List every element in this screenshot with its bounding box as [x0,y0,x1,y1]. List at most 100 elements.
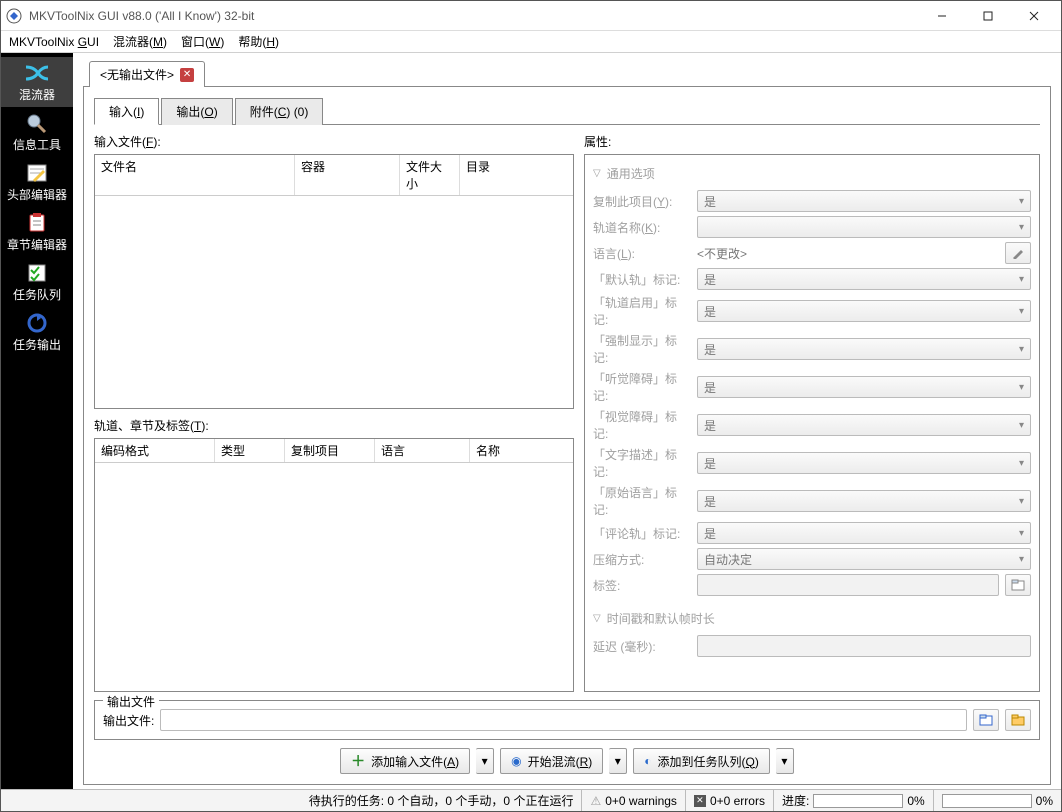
statusbar: 待执行的任务: 0 个自动，0 个手动，0 个正在运行 ⚠0+0 warning… [1,789,1061,811]
group-timing-header[interactable]: ▽ 时间戳和默认帧时长 [593,606,1031,631]
combo-orig-lang-flag[interactable]: 是 [697,490,1031,512]
menu-app[interactable]: MKVToolNix GUI [9,35,99,49]
label-delay: 延迟 (毫秒): [593,638,691,655]
start-mux-dropdown[interactable]: ▾ [609,748,627,774]
output-file-input[interactable] [160,709,967,731]
file-tab[interactable]: <无输出文件> ✕ [89,61,205,87]
col-name[interactable]: 名称 [470,439,573,462]
browse-output-button[interactable] [973,709,999,731]
plus-icon: ＋ [351,751,365,771]
label-default-flag: 「默认轨」标记: [593,271,691,288]
col-type[interactable]: 类型 [215,439,285,462]
tab-attachments[interactable]: 附件(C) (0) [235,98,324,125]
props-label: 属性: [584,133,1040,150]
combo-default-flag[interactable]: 是 [697,268,1031,290]
muxer-icon [24,62,50,84]
browse-tags-button[interactable] [1005,574,1031,596]
sidebar-item-muxer[interactable]: 混流器 [1,57,73,107]
label-hearing-flag: 「听觉障碍」标记: [593,370,691,404]
combo-forced-flag[interactable]: 是 [697,338,1031,360]
app-icon [5,7,23,25]
tracks-table[interactable]: 编码格式 类型 复制项目 语言 名称 [94,438,574,693]
input-delay[interactable] [697,635,1031,657]
label-orig-lang-flag: 「原始语言」标记: [593,484,691,518]
col-directory[interactable]: 目录 [460,155,573,195]
sidebar-item-chapter-editor[interactable]: 章节编辑器 [1,207,73,257]
status-errors[interactable]: ✕0+0 errors [686,790,774,811]
close-button[interactable] [1011,1,1057,31]
progress-bar-1 [813,794,903,808]
combo-compression[interactable]: 自动决定 [697,548,1031,570]
sidebar-item-info[interactable]: 信息工具 [1,107,73,157]
status-warnings[interactable]: ⚠0+0 warnings [582,790,685,811]
add-input-files-dropdown[interactable]: ▾ [476,748,494,774]
collapse-icon: ▽ [593,613,601,624]
col-copy[interactable]: 复制项目 [285,439,375,462]
combo-commentary-flag[interactable]: 是 [697,522,1031,544]
main-area: <无输出文件> ✕ 输入(I) 输出(O) 附件(C) (0) 输入文件(F): [73,53,1061,789]
sidebar-item-output[interactable]: 任务输出 [1,307,73,357]
file-tab-label: <无输出文件> [100,66,174,83]
tab-output[interactable]: 输出(O) [161,98,232,125]
properties-panel: ▽ 通用选项 复制此项目(Y):是 轨道名称(K): 语言(L):<不更改> 「… [584,154,1040,692]
output-file-label: 输出文件: [103,712,154,729]
error-icon: ✕ [694,795,706,807]
tracks-label: 轨道、章节及标签(T): [94,417,574,434]
refresh-icon [24,312,50,334]
start-mux-button[interactable]: ◉开始混流(R) [500,748,603,774]
sidebar-label: 任务队列 [13,286,61,303]
input-tags[interactable] [697,574,999,596]
label-forced-flag: 「强制显示」标记: [593,332,691,366]
input-files-label: 输入文件(F): [94,133,574,150]
minimize-button[interactable] [919,1,965,31]
play-icon: ◉ [511,754,521,768]
col-filesize[interactable]: 文件大小 [400,155,460,195]
status-progress-2: 0% [934,790,1061,811]
label-tags: 标签: [593,577,691,594]
col-lang[interactable]: 语言 [375,439,470,462]
label-visual-flag: 「视觉障碍」标记: [593,408,691,442]
menu-muxer[interactable]: 混流器(M) [113,33,167,50]
combo-enabled-flag[interactable]: 是 [697,300,1031,322]
pencil-note-icon [24,162,50,184]
label-commentary-flag: 「评论轨」标记: [593,525,691,542]
combo-track-name[interactable] [697,216,1031,238]
sub-tabs: 输入(I) 输出(O) 附件(C) (0) [94,97,1040,125]
checklist-icon [24,262,50,284]
menu-window[interactable]: 窗口(W) [181,33,224,50]
sidebar-label: 信息工具 [13,136,61,153]
sidebar-item-header-editor[interactable]: 头部编辑器 [1,157,73,207]
combo-visual-flag[interactable]: 是 [697,414,1031,436]
edit-language-button[interactable] [1005,242,1031,264]
combo-hearing-flag[interactable]: 是 [697,376,1031,398]
recent-output-button[interactable] [1005,709,1031,731]
input-files-table[interactable]: 文件名 容器 文件大小 目录 [94,154,574,409]
col-codec[interactable]: 编码格式 [95,439,215,462]
status-pending: 待执行的任务: 0 个自动，0 个手动，0 个正在运行 [1,790,582,811]
add-to-queue-button[interactable]: ◐添加到任务队列(Q) [633,748,770,774]
sidebar-label: 头部编辑器 [7,186,67,203]
combo-descr-flag[interactable]: 是 [697,452,1031,474]
group-general-header[interactable]: ▽ 通用选项 [593,161,1031,186]
tab-input[interactable]: 输入(I) [94,98,159,125]
menubar: MKVToolNix GUI 混流器(M) 窗口(W) 帮助(H) [1,31,1061,53]
maximize-button[interactable] [965,1,1011,31]
col-container[interactable]: 容器 [295,155,400,195]
add-to-queue-dropdown[interactable]: ▾ [776,748,794,774]
sidebar-item-queue[interactable]: 任务队列 [1,257,73,307]
add-input-files-button[interactable]: ＋添加输入文件(A) [340,748,470,774]
label-compression: 压缩方式: [593,551,691,568]
label-enabled-flag: 「轨道启用」标记: [593,294,691,328]
clipboard-icon [24,212,50,234]
sidebar: 混流器 信息工具 头部编辑器 章节编辑器 任务队列 任务输出 [1,53,73,789]
col-filename[interactable]: 文件名 [95,155,295,195]
output-file-frame: 输出文件 输出文件: [94,700,1040,740]
label-language: 语言(L): [593,245,691,262]
collapse-icon: ▽ [593,168,601,179]
close-tab-icon[interactable]: ✕ [180,68,194,82]
status-progress: 进度:0% [774,790,934,811]
menu-help[interactable]: 帮助(H) [238,33,279,50]
label-track-name: 轨道名称(K): [593,219,691,236]
combo-copy-item[interactable]: 是 [697,190,1031,212]
label-descr-flag: 「文字描述」标记: [593,446,691,480]
